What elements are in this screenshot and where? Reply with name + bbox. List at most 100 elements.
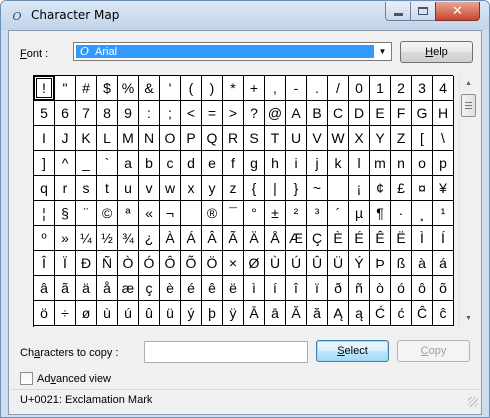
character-cell[interactable]: ¿ bbox=[139, 226, 160, 251]
character-cell[interactable]: Û bbox=[307, 251, 328, 276]
character-cell[interactable]: ñ bbox=[349, 276, 370, 301]
character-cell[interactable]: r bbox=[55, 176, 76, 201]
character-cell[interactable]: } bbox=[286, 176, 307, 201]
character-cell[interactable]: j bbox=[307, 151, 328, 176]
character-cell[interactable]: x bbox=[181, 176, 202, 201]
character-cell[interactable]: B bbox=[307, 101, 328, 126]
character-cell[interactable]: 3 bbox=[412, 76, 433, 101]
character-cell[interactable]: µ bbox=[349, 201, 370, 226]
character-cell[interactable]: ~ bbox=[307, 176, 328, 201]
character-cell[interactable]: Ć bbox=[370, 301, 391, 326]
character-map-app-icon[interactable]: O bbox=[9, 8, 25, 24]
character-cell[interactable]: ½ bbox=[97, 226, 118, 251]
dropdown-arrow-icon[interactable]: ▼ bbox=[374, 43, 391, 60]
character-cell[interactable]: ô bbox=[412, 276, 433, 301]
character-cell[interactable]: ß bbox=[391, 251, 412, 276]
character-cell[interactable]: Ā bbox=[244, 301, 265, 326]
character-cell[interactable]: ² bbox=[286, 201, 307, 226]
character-cell[interactable]: 7 bbox=[76, 101, 97, 126]
character-cell[interactable]: ú bbox=[118, 301, 139, 326]
character-cell[interactable]: Ó bbox=[139, 251, 160, 276]
character-cell[interactable]: . bbox=[307, 76, 328, 101]
character-cell[interactable]: ¥ bbox=[433, 176, 454, 201]
character-cell[interactable]: v bbox=[139, 176, 160, 201]
character-cell[interactable]: Ö bbox=[202, 251, 223, 276]
character-cell[interactable]: _ bbox=[76, 151, 97, 176]
character-cell[interactable]: þ bbox=[202, 301, 223, 326]
character-cell[interactable]: ³ bbox=[307, 201, 328, 226]
character-cell[interactable]: Y bbox=[370, 126, 391, 151]
character-cell[interactable]: S bbox=[244, 126, 265, 151]
character-cell[interactable]: ¯ bbox=[223, 201, 244, 226]
character-cell[interactable]: ÿ bbox=[223, 301, 244, 326]
character-cell[interactable]: Ç bbox=[307, 226, 328, 251]
character-cell[interactable]: ] bbox=[34, 151, 55, 176]
character-cell[interactable]: Ø bbox=[244, 251, 265, 276]
character-cell[interactable]: | bbox=[265, 176, 286, 201]
character-cell[interactable]: z bbox=[223, 176, 244, 201]
copy-button[interactable]: Copy bbox=[397, 340, 470, 362]
character-cell[interactable]: ¤ bbox=[412, 176, 433, 201]
character-cell[interactable]: ï bbox=[307, 276, 328, 301]
character-cell[interactable]: R bbox=[223, 126, 244, 151]
character-cell[interactable]: ® bbox=[202, 201, 223, 226]
character-cell[interactable]: Á bbox=[181, 226, 202, 251]
character-cell[interactable]: N bbox=[139, 126, 160, 151]
character-cell[interactable]: Ą bbox=[328, 301, 349, 326]
character-cell[interactable]: y bbox=[202, 176, 223, 201]
character-cell[interactable]: ­ bbox=[181, 201, 202, 226]
character-cell[interactable]: ¸ bbox=[412, 201, 433, 226]
characters-to-copy-input[interactable] bbox=[144, 341, 308, 363]
character-grid[interactable]: ! " # $% & '() * +, -./0 1 2 3 4 5 6 7 8 9:; < = >? @ A B C D E F G H… bbox=[33, 75, 454, 327]
character-cell[interactable]: Ï bbox=[55, 251, 76, 276]
character-cell[interactable]: Õ bbox=[181, 251, 202, 276]
character-cell[interactable]: ĉ bbox=[433, 301, 454, 326]
resize-grip-icon[interactable] bbox=[468, 397, 478, 407]
character-cell[interactable]: \ bbox=[433, 126, 454, 151]
scroll-down-icon[interactable]: ▼ bbox=[460, 310, 477, 327]
character-cell[interactable]: E bbox=[370, 101, 391, 126]
character-cell[interactable]: Î bbox=[34, 251, 55, 276]
scrollbar-thumb[interactable] bbox=[461, 94, 476, 117]
character-cell[interactable]: a bbox=[118, 151, 139, 176]
character-cell[interactable]: C bbox=[328, 101, 349, 126]
advanced-view-checkbox[interactable] bbox=[20, 372, 33, 385]
character-cell[interactable]: ! bbox=[34, 76, 55, 101]
character-cell[interactable]: Ì bbox=[412, 226, 433, 251]
character-cell[interactable]: î bbox=[286, 276, 307, 301]
character-cell[interactable]: Ú bbox=[286, 251, 307, 276]
scroll-up-icon[interactable]: ▲ bbox=[460, 75, 477, 92]
character-cell[interactable]: ā bbox=[265, 301, 286, 326]
character-cell[interactable]: Å bbox=[265, 226, 286, 251]
character-cell[interactable]: Q bbox=[202, 126, 223, 151]
character-cell[interactable]: P bbox=[181, 126, 202, 151]
character-cell[interactable]: £ bbox=[391, 176, 412, 201]
character-cell[interactable]: ^ bbox=[55, 151, 76, 176]
character-cell[interactable]: ü bbox=[160, 301, 181, 326]
character-cell[interactable]: È bbox=[328, 226, 349, 251]
character-cell[interactable]: @ bbox=[265, 101, 286, 126]
character-cell[interactable]: Ô bbox=[160, 251, 181, 276]
character-cell[interactable]: À bbox=[160, 226, 181, 251]
character-cell[interactable]: e bbox=[202, 151, 223, 176]
character-cell[interactable]: g bbox=[244, 151, 265, 176]
character-cell[interactable]: ° bbox=[244, 201, 265, 226]
character-cell[interactable]: ¹ bbox=[433, 201, 454, 226]
character-cell[interactable]: ý bbox=[181, 301, 202, 326]
character-cell[interactable]: à bbox=[412, 251, 433, 276]
character-cell[interactable]: ä bbox=[76, 276, 97, 301]
character-cell[interactable]: Â bbox=[202, 226, 223, 251]
character-cell[interactable]: ¼ bbox=[76, 226, 97, 251]
character-cell[interactable]: ¶ bbox=[370, 201, 391, 226]
character-cell[interactable]: X bbox=[349, 126, 370, 151]
character-cell[interactable]: ´ bbox=[328, 201, 349, 226]
character-cell[interactable]: ¾ bbox=[118, 226, 139, 251]
character-cell[interactable]: ö bbox=[34, 301, 55, 326]
character-cell[interactable]: ¢ bbox=[370, 176, 391, 201]
character-cell[interactable]: ă bbox=[307, 301, 328, 326]
character-cell[interactable]: h bbox=[265, 151, 286, 176]
character-cell[interactable]: ; bbox=[160, 101, 181, 126]
character-cell[interactable]: c bbox=[160, 151, 181, 176]
help-button[interactable]: Help bbox=[400, 41, 473, 63]
maximize-button[interactable] bbox=[410, 2, 436, 21]
